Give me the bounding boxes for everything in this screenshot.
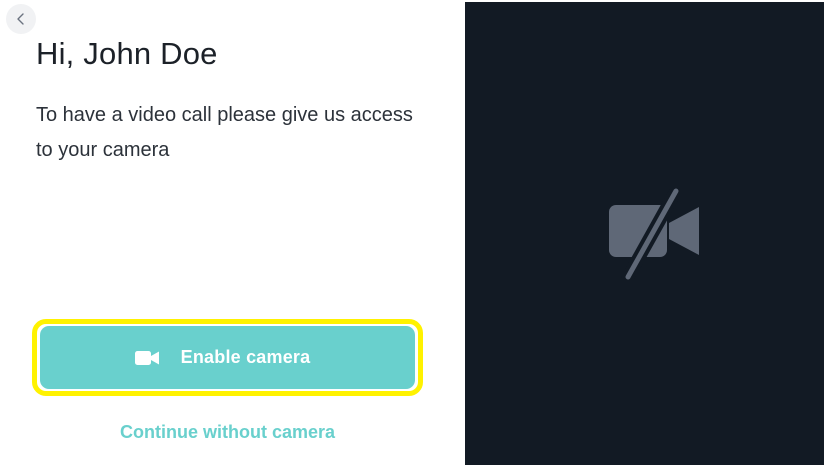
back-button[interactable] <box>6 4 36 34</box>
camera-permission-message: To have a video call please give us acce… <box>36 104 413 161</box>
video-call-setup-page: Hi, John Doe To have a video call please… <box>0 0 824 465</box>
video-camera-off-icon <box>609 188 699 280</box>
camera-preview <box>465 2 824 465</box>
video-camera-icon <box>134 350 159 366</box>
continue-without-camera-link[interactable]: Continue without camera <box>40 422 415 443</box>
permission-panel: Hi, John Doe To have a video call please… <box>0 0 465 465</box>
enable-camera-button[interactable]: Enable camera <box>40 326 415 389</box>
enable-camera-label: Enable camera <box>180 347 311 367</box>
chevron-left-icon <box>17 13 24 25</box>
page-title: Hi, John Doe <box>36 36 218 71</box>
